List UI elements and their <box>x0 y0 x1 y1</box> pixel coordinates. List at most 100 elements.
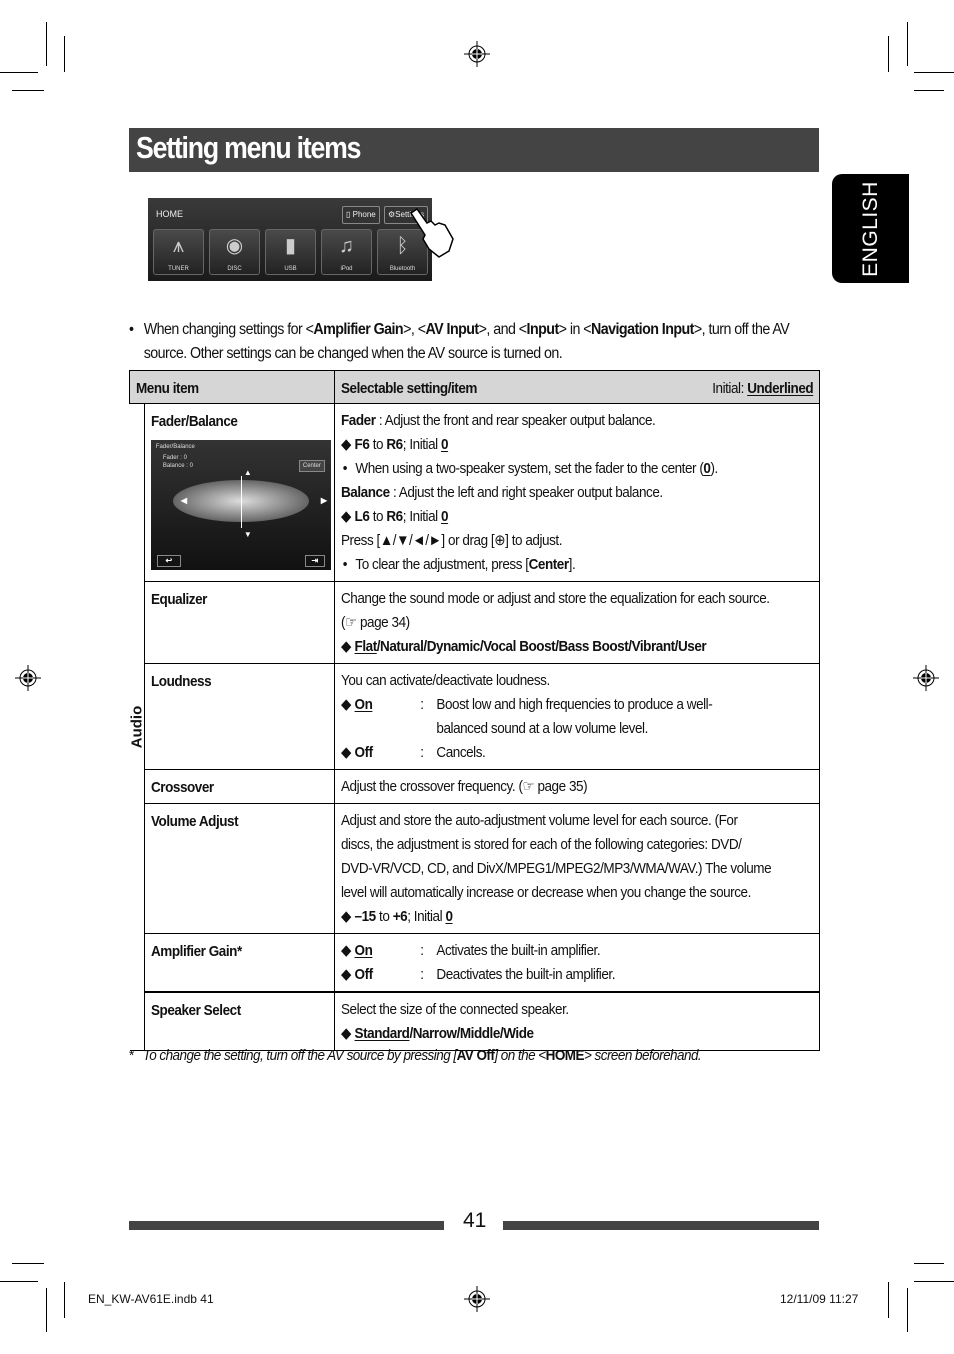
print-slug-file: EN_KW-AV61E.indb 41 <box>88 1292 214 1306</box>
crop-mark <box>0 72 38 73</box>
tile-label: TUNER <box>168 266 189 272</box>
crop-mark <box>12 90 44 91</box>
equalizer-desc: Change the sound mode or adjust and stor… <box>334 581 820 664</box>
header-initial: Initial: Underlined <box>712 380 813 397</box>
diamond-icon: ◆ <box>341 942 351 959</box>
diamond-icon: ◆ <box>341 966 351 983</box>
tile-ipod[interactable]: ♫ iPod <box>321 229 372 275</box>
fader-axis <box>240 476 242 528</box>
diamond-icon: ◆ <box>341 436 351 453</box>
diamond-icon: ◆ <box>341 744 351 761</box>
crop-mark <box>64 36 65 72</box>
registration-mark-icon <box>464 1286 490 1312</box>
diamond-icon: ◆ <box>341 696 351 713</box>
menu-item-loudness[interactable]: Loudness <box>143 663 336 770</box>
tile-disc[interactable]: ◉ DISC <box>209 229 260 275</box>
footnote: * To change the setting, turn off the AV … <box>129 1047 702 1064</box>
crop-mark <box>12 1263 44 1264</box>
group-label: Audio <box>128 705 146 749</box>
page-title-bar: Setting menu items <box>129 128 819 172</box>
crop-mark <box>888 1282 889 1318</box>
antenna-icon: ⩚ <box>172 235 185 257</box>
table-header: Menu item Selectable setting/item Initia… <box>128 370 820 404</box>
print-slug-date: 12/11/09 11:27 <box>780 1292 859 1306</box>
ipod-icon: ♫ <box>339 235 354 257</box>
tile-tuner[interactable]: ⩚ TUNER <box>153 229 204 275</box>
crop-mark <box>0 1281 38 1282</box>
back-button[interactable]: ↩ <box>156 555 181 567</box>
crop-mark <box>888 36 889 72</box>
exit-button[interactable]: ⇥ <box>304 555 325 567</box>
tile-label: USB <box>284 266 297 272</box>
fader-balance-screen-illustration: Fader/Balance Fader : 0 Balance : 0 Cent… <box>150 440 331 570</box>
crop-mark <box>914 90 944 91</box>
item-name: Fader/Balance <box>150 413 238 430</box>
tile-label: DISC <box>227 266 242 272</box>
menu-item-equalizer[interactable]: Equalizer <box>143 581 336 664</box>
left-arrow-button[interactable]: ◀ <box>181 496 187 505</box>
crop-mark <box>907 22 908 66</box>
fb-fader-value: : 0 <box>180 455 187 461</box>
pointing-hand-icon <box>409 207 454 258</box>
crop-mark <box>914 72 954 73</box>
page-bar-left <box>129 1221 444 1230</box>
fb-center-button[interactable]: Center <box>298 460 325 472</box>
right-arrow-button[interactable]: ▶ <box>321 496 327 505</box>
header-selectable: Selectable setting/item <box>341 380 477 397</box>
fb-title: Fader/Balance <box>155 444 195 450</box>
tile-label: Bluetooth <box>389 266 416 272</box>
settings-note: • When changing settings for <Amplifier … <box>129 318 790 366</box>
diamond-icon: ◆ <box>341 908 351 925</box>
home-screen-illustration: HOME ▯ Phone ⚙Settings ⩚ TUNER ◉ DISC ▮ USB… <box>148 198 432 281</box>
phone-button-label: Phone <box>352 210 376 219</box>
diamond-icon: ◆ <box>341 508 351 525</box>
menu-item-speaker-select[interactable]: Speaker Select <box>143 991 336 1051</box>
drag-crosshair-icon: ⊕ <box>494 532 506 549</box>
fb-balance-value: : 0 <box>186 463 193 469</box>
down-arrow-button[interactable]: ▼ <box>244 530 252 539</box>
menu-item-crossover[interactable]: Crossover <box>143 769 336 804</box>
menu-item-fader-balance[interactable]: Fader/Balance Fader/Balance Fader : 0 Ba… <box>143 403 336 582</box>
diamond-icon: ◆ <box>341 1025 351 1042</box>
page-number: 41 <box>463 1209 487 1232</box>
speaker-select-desc: Select the size of the connected speaker… <box>334 991 820 1051</box>
diamond-icon: ◆ <box>341 638 351 655</box>
crossover-desc: Adjust the crossover frequency. (☞ page … <box>334 769 820 804</box>
menu-item-amplifier-gain[interactable]: Amplifier Gain* <box>143 933 336 993</box>
menu-item-volume-adjust[interactable]: Volume Adjust <box>143 803 336 934</box>
fb-fader-label: Fader <box>162 455 179 461</box>
table-row: Loudness You can activate/deactivate lou… <box>130 663 820 770</box>
fb-balance-label: Balance <box>162 463 185 469</box>
loudness-desc: You can activate/deactivate loudness. ◆ O… <box>334 663 820 770</box>
group-audio: Audio <box>128 403 146 1051</box>
tile-usb[interactable]: ▮ USB <box>265 229 316 275</box>
amplifier-gain-desc: ◆ On: Activates the built-in amplifier. ◆ O… <box>334 933 820 993</box>
language-label: ENGLISH <box>858 180 882 277</box>
bullet: • <box>129 321 134 338</box>
language-tab: ENGLISH <box>832 174 909 283</box>
registration-mark-icon <box>913 665 939 691</box>
home-label: HOME <box>156 209 183 219</box>
table-row: Amplifier Gain* ◆ On: Activates the built-… <box>130 933 820 993</box>
table-row: Audio Fader/Balance Fader/Balance Fader … <box>128 403 820 1051</box>
crop-mark <box>914 1281 954 1282</box>
phone-button[interactable]: ▯ Phone <box>342 206 380 224</box>
registration-mark-icon <box>464 41 490 67</box>
page-title: Setting menu items <box>136 130 361 165</box>
usb-icon: ▮ <box>284 235 296 257</box>
up-arrow-button[interactable]: ▲ <box>244 468 252 477</box>
crop-mark <box>46 1288 47 1332</box>
volume-adjust-desc: Adjust and store the auto-adjustment vol… <box>334 803 820 934</box>
registration-mark-icon <box>15 665 41 691</box>
disc-icon: ◉ <box>225 235 244 257</box>
tile-label: iPod <box>340 266 353 272</box>
table-row: Volume Adjust Adjust and store the auto-… <box>130 803 820 934</box>
table-row: Crossover Adjust the crossover frequency… <box>130 769 820 804</box>
crop-mark <box>914 1263 944 1264</box>
crop-mark <box>64 1282 65 1318</box>
fader-balance-desc: Fader : Adjust the front and rear speake… <box>334 403 820 582</box>
table-row: Equalizer Change the sound mode or adjus… <box>130 581 820 664</box>
page-bar-right <box>503 1221 819 1230</box>
note-text: When changing settings for <Amplifier Ga… <box>143 321 790 362</box>
crop-mark <box>46 22 47 66</box>
